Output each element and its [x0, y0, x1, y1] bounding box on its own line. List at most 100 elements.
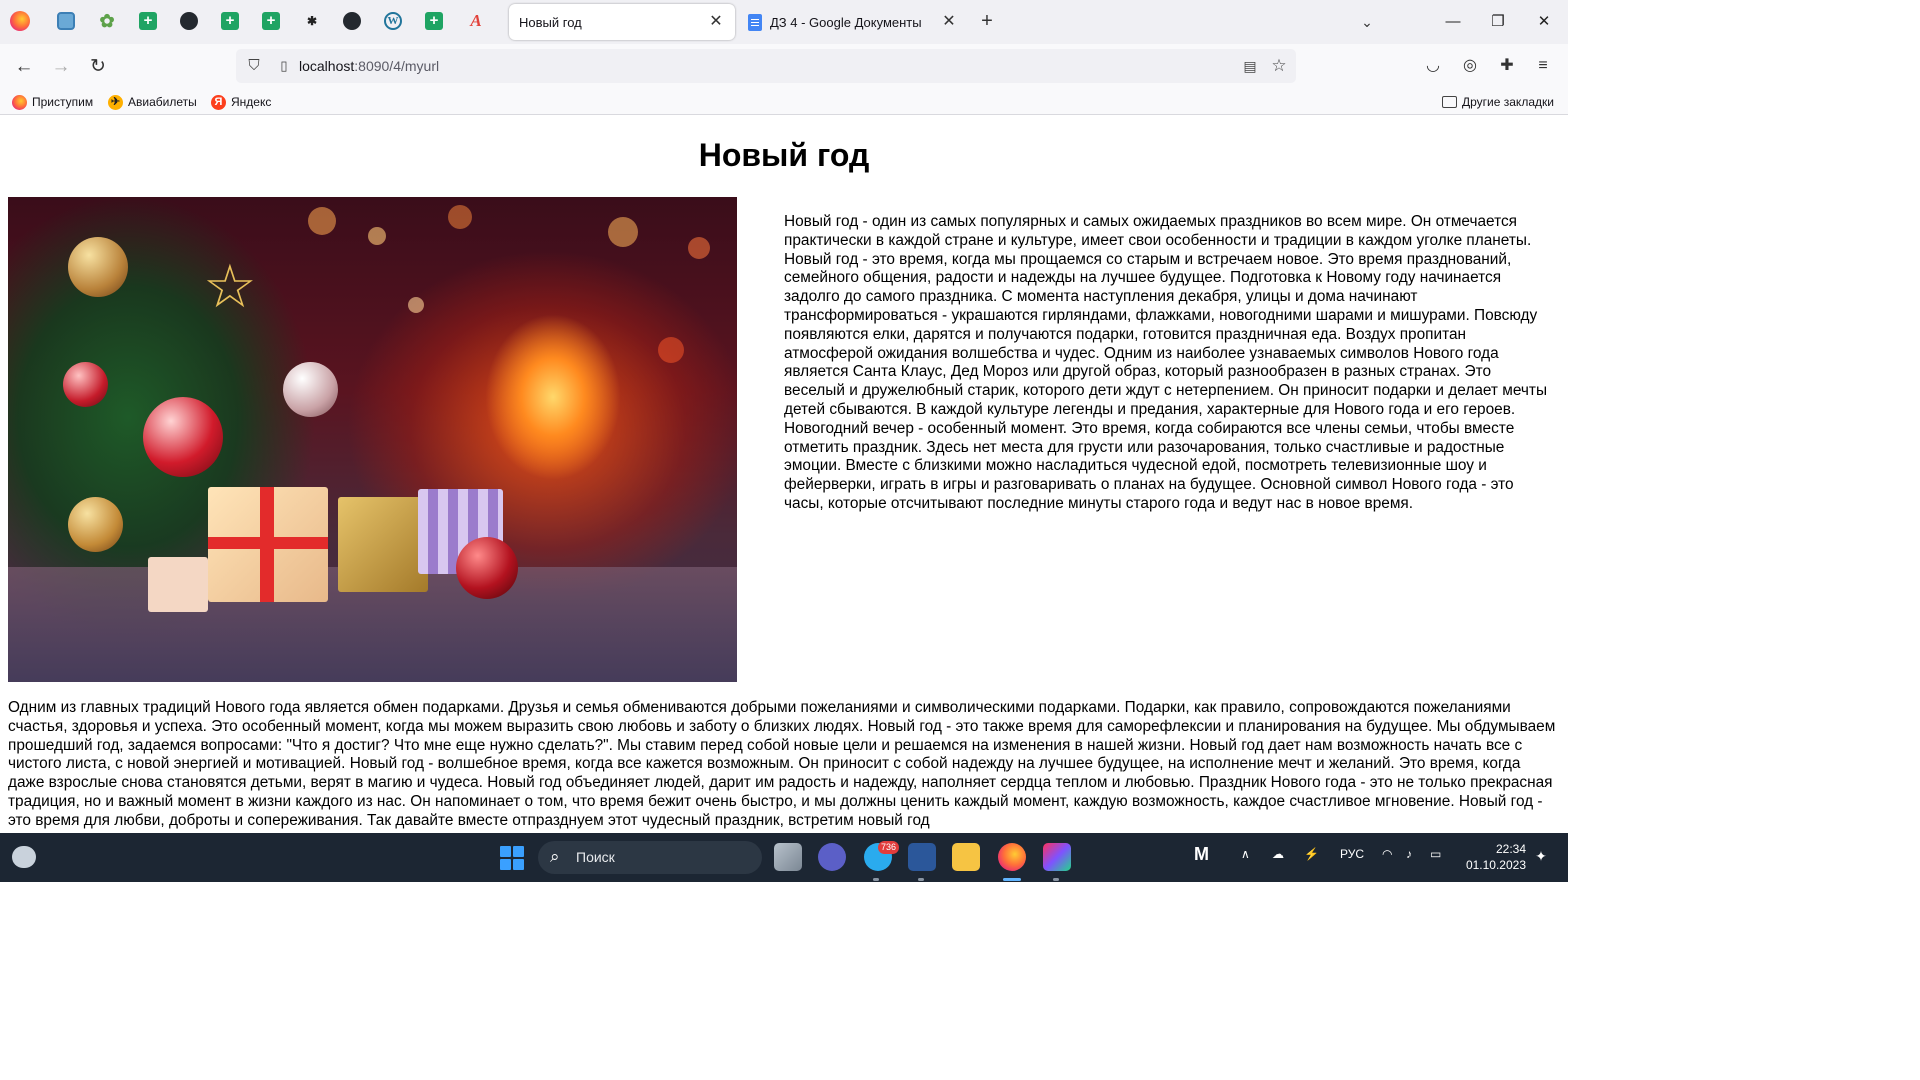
forward-button[interactable]: → — [48, 54, 74, 80]
tracking-protection-icon[interactable]: ⛉ — [244, 56, 264, 76]
intellij-icon[interactable] — [1043, 843, 1071, 871]
sheets-icon: + — [262, 12, 280, 30]
firefox-taskbar-icon[interactable] — [998, 843, 1026, 871]
minimize-button[interactable]: — — [1439, 8, 1467, 36]
sheets-icon: + — [221, 12, 239, 30]
weather-widget-icon[interactable] — [12, 846, 36, 868]
github-icon — [343, 12, 361, 30]
pinned-tab-9[interactable]: W — [381, 9, 405, 33]
new-tab-button[interactable]: + — [976, 11, 998, 33]
intro-paragraph: Новый год - один из самых популярных и с… — [784, 213, 1548, 512]
bookmark-label: Яндекс — [231, 95, 272, 109]
url-host: localhost — [299, 58, 355, 74]
tray-icon[interactable]: ⚡ — [1304, 847, 1319, 861]
clock-date: 01.10.2023 — [1465, 858, 1526, 872]
search-icon: ⌕ — [550, 847, 560, 866]
bookmark-label: Приступим — [32, 95, 94, 109]
word-icon[interactable] — [908, 843, 936, 871]
reload-icon: ↻ — [90, 56, 106, 77]
restore-button[interactable]: ❐ — [1484, 8, 1512, 36]
bookmark-star-icon[interactable]: ☆ — [1268, 55, 1290, 77]
list-all-tabs-button[interactable]: ⌄ — [1356, 11, 1378, 33]
pinned-tab-6[interactable]: + — [259, 9, 283, 33]
chat-icon[interactable] — [818, 843, 846, 871]
url-text[interactable]: localhost:8090/4/myurl — [299, 58, 439, 74]
file-explorer-icon[interactable] — [952, 843, 980, 871]
app-icon: ✱ — [306, 14, 318, 28]
task-view-icon[interactable] — [774, 843, 802, 871]
tab-new-year[interactable]: Новый год ✕ — [509, 4, 735, 40]
acrobat-icon: A — [470, 11, 482, 30]
reader-view-icon[interactable]: ▤ — [1240, 56, 1260, 76]
pinned-tab-1[interactable] — [54, 9, 78, 33]
search-label: Поиск — [576, 849, 615, 865]
pinned-tab-8[interactable] — [340, 9, 364, 33]
bookmark-yandex[interactable]: Я Яндекс — [211, 92, 271, 112]
other-bookmarks[interactable]: Другие закладки — [1442, 92, 1554, 112]
running-indicator — [1053, 878, 1059, 881]
extensions-icon[interactable]: ✚ — [1494, 53, 1520, 79]
tab-google-docs[interactable]: ДЗ 4 - Google Документы ✕ — [742, 4, 968, 40]
clock[interactable]: 22:34 01.10.2023 — [1462, 841, 1526, 873]
page-info-icon[interactable]: ▯ — [274, 56, 294, 76]
windows-taskbar: ⌕ Поиск 736 M ∧ ☁ ⚡ РУС ◠ ♪ ▭ 22:34 01.1… — [0, 833, 1568, 882]
onedrive-icon[interactable]: ☁ — [1272, 847, 1284, 861]
new-year-image: ☆ — [8, 197, 737, 682]
folder-icon — [1442, 96, 1457, 108]
firefox-icon — [10, 11, 30, 31]
battery-icon[interactable]: ▭ — [1430, 847, 1441, 861]
arrow-left-icon: ← — [14, 56, 34, 77]
account-icon[interactable]: ◎ — [1457, 53, 1483, 79]
wifi-icon[interactable]: ◠ — [1382, 847, 1392, 861]
bookmark-avia[interactable]: ✈ Авиабилеты — [108, 92, 197, 112]
address-bar[interactable]: ⛉ ▯ localhost:8090/4/myurl ▤ ☆ — [236, 49, 1296, 83]
sheets-icon: + — [139, 12, 157, 30]
bookmark-getting-started[interactable]: Приступим — [12, 92, 93, 112]
pinned-tab-3[interactable]: + — [136, 9, 160, 33]
taskbar-search[interactable]: ⌕ Поиск — [538, 841, 762, 874]
bookmarks-toolbar: Приступим ✈ Авиабилеты Я Яндекс Другие з… — [0, 88, 1568, 115]
pinned-tab-2[interactable]: ✿ — [95, 9, 119, 33]
tab-title: Новый год — [519, 14, 582, 30]
start-button[interactable] — [500, 846, 524, 870]
page-title: Новый год — [698, 137, 870, 173]
active-indicator — [1003, 878, 1021, 881]
pinned-tab-4[interactable] — [177, 9, 201, 33]
tab-title: ДЗ 4 - Google Документы — [770, 14, 922, 30]
airplane-icon: ✈ — [108, 94, 123, 110]
tray-app-icon[interactable]: M — [1194, 844, 1209, 865]
language-indicator[interactable]: РУС — [1340, 847, 1364, 861]
traditions-paragraph: Одним из главных традиций Нового года яв… — [8, 699, 1556, 829]
star-ornament-icon: ☆ — [203, 253, 257, 320]
running-indicator — [918, 878, 924, 881]
close-window-button[interactable]: ✕ — [1530, 8, 1558, 36]
firefox-view-button[interactable] — [8, 9, 32, 33]
reload-button[interactable]: ↻ — [85, 54, 111, 80]
close-tab-icon[interactable]: ✕ — [705, 11, 727, 33]
clock-time: 22:34 — [1495, 842, 1526, 856]
arrow-right-icon: → — [51, 56, 71, 77]
tree-icon: ✿ — [99, 10, 115, 31]
other-bookmarks-label: Другие закладки — [1462, 95, 1554, 109]
web-page: Новый год ☆ Новый год - один из самых по… — [0, 115, 1568, 833]
hamburger-menu-icon[interactable]: ≡ — [1530, 53, 1556, 79]
sheets-icon: + — [425, 12, 443, 30]
pinned-tab-11[interactable]: A — [464, 9, 488, 33]
wordpress-icon: W — [384, 12, 402, 30]
pinned-tab-10[interactable]: + — [422, 9, 446, 33]
app-icon — [57, 12, 75, 30]
volume-icon[interactable]: ♪ — [1406, 847, 1412, 861]
pinned-tab-5[interactable]: + — [218, 9, 242, 33]
back-button[interactable]: ← — [11, 54, 37, 80]
github-icon — [180, 12, 198, 30]
chevron-up-icon[interactable]: ∧ — [1241, 847, 1250, 861]
close-tab-icon[interactable]: ✕ — [938, 11, 960, 33]
yandex-icon: Я — [211, 94, 226, 110]
telegram-badge: 736 — [878, 841, 900, 854]
notifications-icon[interactable]: ✦ — [1532, 848, 1550, 866]
tab-strip: ✿ + + + ✱ W + A Новый год ✕ ДЗ 4 - Googl… — [0, 0, 1568, 44]
pinned-tab-7[interactable]: ✱ — [300, 9, 324, 33]
firefox-icon — [12, 94, 27, 110]
pocket-icon[interactable]: ◡ — [1420, 53, 1446, 79]
running-indicator — [873, 878, 879, 881]
